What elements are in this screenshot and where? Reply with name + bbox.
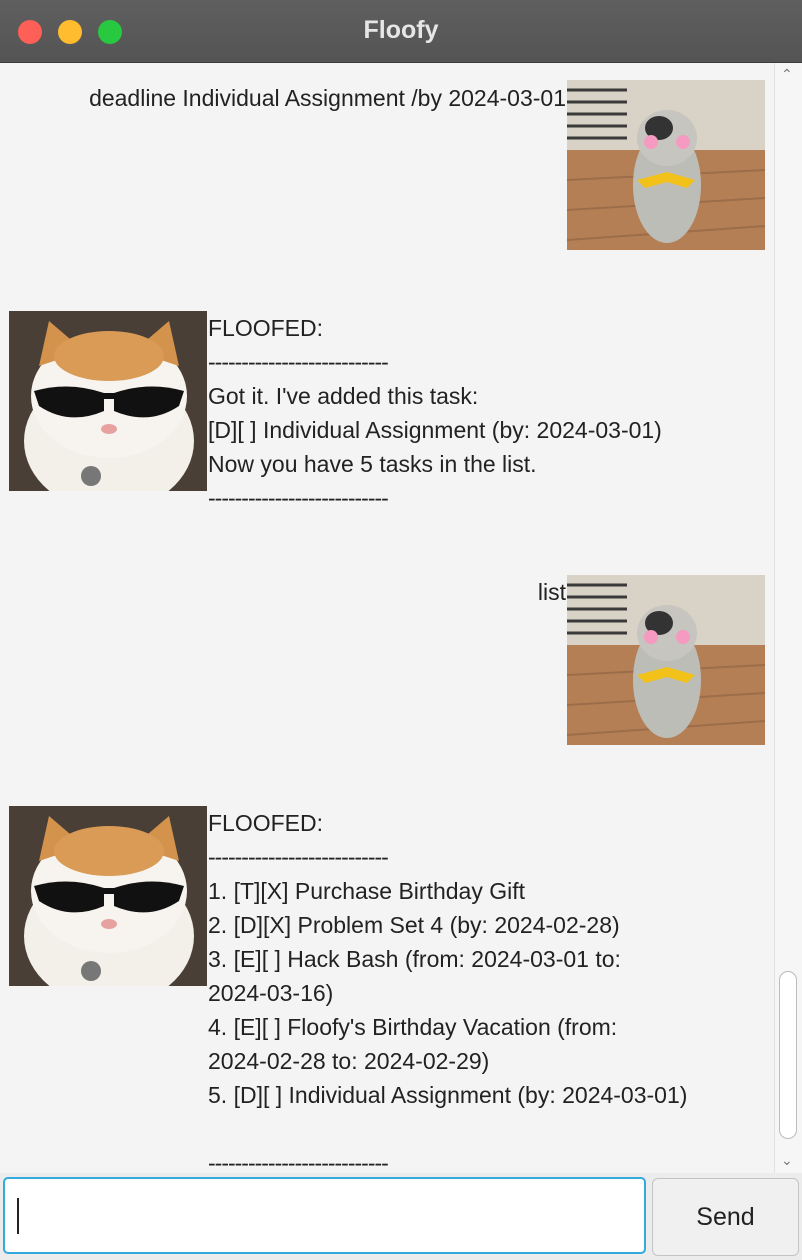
bot-message-line: 1. [T][X] Purchase Birthday Gift [208, 878, 526, 904]
bot-message-line: 4. [E][ ] Floofy's Birthday Vacation (fr… [208, 1014, 618, 1040]
bot-message-line: --------------------------- [208, 844, 389, 870]
send-button[interactable]: Send [652, 1178, 799, 1256]
title-bar: Floofy [0, 0, 802, 63]
user-avatar-image [567, 80, 765, 250]
bot-message-line: 3. [E][ ] Hack Bash (from: 2024-03-01 to… [208, 946, 621, 972]
bot-avatar-image [9, 806, 207, 986]
scrollbar-thumb[interactable] [779, 971, 797, 1139]
bot-message-line: [D][ ] Individual Assignment (by: 2024-0… [208, 417, 662, 443]
bot-message-line: --------------------------- [208, 1150, 389, 1173]
text-caret [17, 1198, 19, 1234]
app-window: Floofy deadline Individual Assignment /b… [0, 0, 802, 1260]
user-message-text: deadline Individual Assignment /by 2024-… [89, 85, 566, 111]
bot-message-line: 5. [D][ ] Individual Assignment (by: 202… [208, 1082, 688, 1108]
bot-message-text: FLOOFED: --------------------------- 1. … [208, 806, 687, 1173]
bot-message-line: 2. [D][X] Problem Set 4 (by: 2024-02-28) [208, 912, 620, 938]
bot-message-line: Now you have 5 tasks in the list. [208, 451, 537, 477]
bot-message-line: FLOOFED: [208, 810, 324, 836]
bot-message-line: --------------------------- [208, 485, 389, 511]
vertical-scrollbar[interactable]: ⌃ ⌄ [774, 63, 802, 1173]
bot-message-line: 2024-02-28 to: 2024-02-29) [208, 1048, 490, 1074]
scroll-up-icon[interactable]: ⌃ [781, 67, 793, 81]
bot-message-line [208, 1112, 687, 1146]
user-message-text: list [537, 579, 566, 605]
bot-avatar-image [9, 311, 207, 491]
message-input[interactable] [3, 1177, 646, 1254]
bot-message-line: 2024-03-16) [208, 980, 334, 1006]
bot-message-line: --------------------------- [208, 349, 389, 375]
input-area: Send [0, 1173, 802, 1260]
scroll-down-icon[interactable]: ⌄ [781, 1153, 793, 1167]
bot-message-line: FLOOFED: [208, 315, 324, 341]
chat-scroll-pane[interactable]: deadline Individual Assignment /by 2024-… [0, 63, 774, 1173]
user-avatar-image [567, 575, 765, 745]
bot-message-text: FLOOFED: --------------------------- Got… [208, 311, 662, 515]
window-title: Floofy [363, 16, 439, 44]
bot-message-line: Got it. I've added this task: [208, 383, 479, 409]
